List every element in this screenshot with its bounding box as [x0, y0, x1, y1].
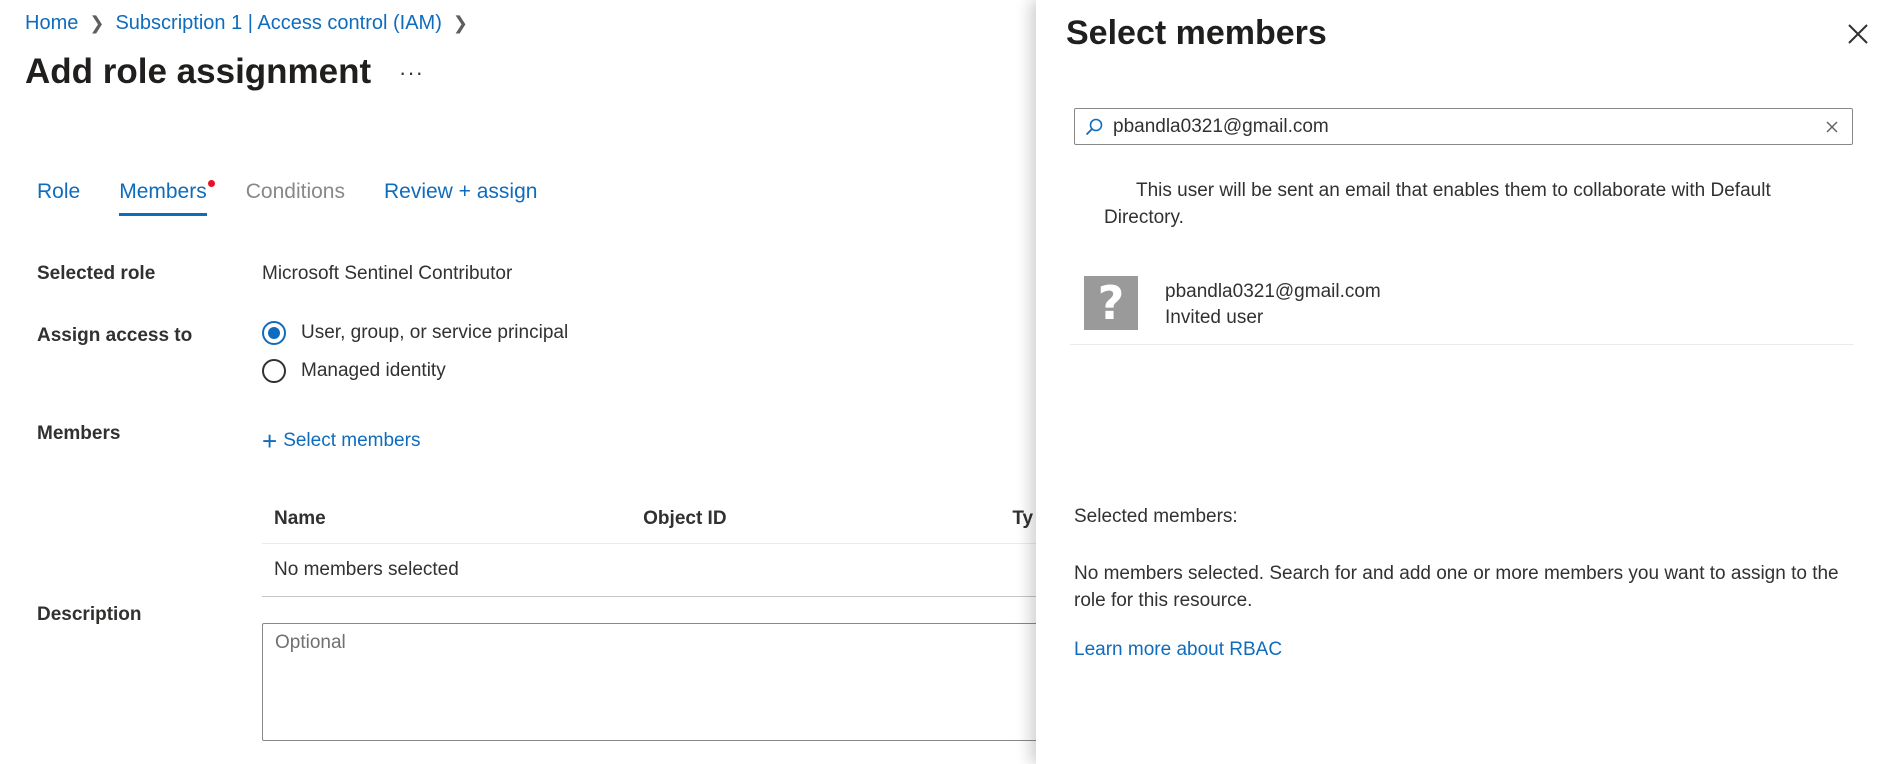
tab-members-label: Members	[119, 180, 207, 203]
description-label: Description	[37, 604, 142, 625]
tab-review-assign[interactable]: Review + assign	[384, 180, 538, 216]
search-icon	[1081, 114, 1107, 140]
search-result-name: pbandla0321@gmail.com	[1165, 281, 1381, 302]
more-options-button[interactable]: ···	[399, 60, 424, 86]
search-result-subtitle: Invited user	[1165, 307, 1264, 328]
chevron-right-icon: ❯	[452, 13, 468, 33]
radio-user-group-sp[interactable]: User, group, or service principal	[262, 321, 568, 345]
radio-managed-identity-label: Managed identity	[301, 360, 446, 381]
tab-conditions-label: Conditions	[245, 180, 345, 203]
selected-members-label: Selected members:	[1074, 506, 1238, 527]
selected-role-value: Microsoft Sentinel Contributor	[262, 263, 513, 284]
required-indicator-dot	[207, 180, 215, 187]
assign-access-label: Assign access to	[37, 325, 193, 346]
select-members-link[interactable]: + Select members	[262, 428, 420, 454]
description-textarea[interactable]	[262, 623, 1052, 741]
breadcrumb-home-link[interactable]: Home	[25, 12, 78, 35]
tab-role[interactable]: Role	[37, 180, 80, 216]
page-title: Add role assignment	[25, 52, 372, 91]
clear-search-icon[interactable]	[1820, 115, 1844, 139]
members-table-header: Name Object ID Ty	[262, 495, 1052, 544]
breadcrumb: Home ❯ Subscription 1 | Access control (…	[25, 12, 479, 35]
members-table-empty-row: No members selected	[262, 544, 1052, 597]
invite-note-text: This user will be sent an email that ena…	[1104, 180, 1771, 228]
radio-button-checked[interactable]	[262, 321, 286, 345]
unknown-user-avatar-icon: ?	[1084, 276, 1138, 330]
member-search-box	[1074, 108, 1853, 145]
tab-bar: Role Members Conditions Review + assign	[37, 180, 576, 216]
plus-icon: +	[262, 426, 278, 456]
invite-note: This user will be sent an email that ena…	[1104, 177, 1824, 231]
chevron-right-icon: ❯	[89, 13, 105, 33]
select-members-panel: Select members This user will be sent an…	[1036, 0, 1885, 764]
tab-role-label: Role	[37, 180, 81, 203]
search-result-text: pbandla0321@gmail.com Invited user	[1165, 276, 1381, 331]
member-search-input[interactable]	[1107, 114, 1820, 139]
close-icon[interactable]	[1844, 20, 1872, 48]
radio-managed-identity[interactable]: Managed identity	[262, 359, 446, 383]
breadcrumb-iam-link[interactable]: Subscription 1 | Access control (IAM)	[115, 12, 441, 35]
tab-members[interactable]: Members	[119, 180, 215, 216]
tab-review-assign-label: Review + assign	[383, 180, 538, 203]
members-table: Name Object ID Ty No members selected	[262, 495, 1052, 597]
select-members-link-label: Select members	[283, 430, 421, 451]
panel-title: Select members	[1066, 14, 1327, 52]
column-header-name[interactable]: Name	[262, 508, 643, 530]
no-members-selected-text: No members selected. Search for and add …	[1074, 563, 1839, 611]
members-label: Members	[37, 423, 121, 444]
learn-more-rbac-link[interactable]: Learn more about RBAC	[1074, 639, 1282, 661]
search-result-item[interactable]: ? pbandla0321@gmail.com Invited user	[1070, 276, 1854, 345]
radio-user-group-sp-label: User, group, or service principal	[301, 322, 569, 343]
selected-role-label: Selected role	[37, 263, 156, 284]
radio-button-unchecked[interactable]	[262, 359, 286, 383]
column-header-object-id[interactable]: Object ID	[643, 508, 1012, 530]
add-role-assignment-page: Home ❯ Subscription 1 | Access control (…	[0, 0, 1052, 764]
tab-conditions[interactable]: Conditions	[246, 180, 345, 216]
